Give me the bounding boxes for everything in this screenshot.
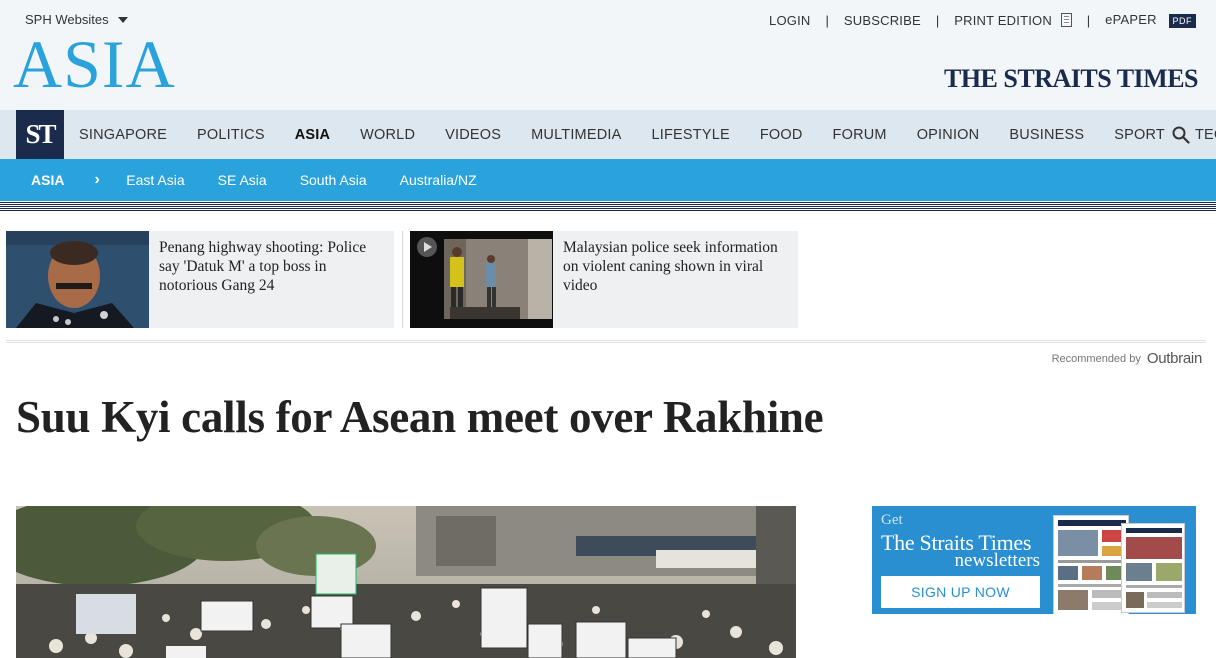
top-links: LOGIN | SUBSCRIBE | PRINT EDITION | ePAP… [769, 12, 1196, 28]
caret-down-icon [117, 16, 128, 23]
print-edition-label: PRINT EDITION [954, 12, 1052, 28]
nav-item-food[interactable]: FOOD [745, 127, 818, 143]
separator: | [935, 12, 940, 28]
st-logo[interactable]: ST [16, 110, 64, 159]
section-logo[interactable]: ASIA [13, 30, 176, 98]
top-header: SPH Websites ASIA LOGIN | SUBSCRIBE | PR… [0, 0, 1216, 110]
epaper-link[interactable]: ePAPER PDF [1105, 12, 1196, 28]
search-icon[interactable] [1172, 126, 1190, 144]
recommended-row: Penang highway shooting: Police say 'Dat… [6, 231, 798, 328]
pdf-badge: PDF [1168, 14, 1196, 28]
divider [402, 231, 403, 328]
recommended-card[interactable]: Malaysian police seek information on vio… [410, 231, 798, 328]
sph-websites-label: SPH Websites [25, 12, 109, 27]
newsletter-signup-ad[interactable]: Get The Straits Times newsletters SIGN U… [872, 506, 1196, 614]
nav-item-singapore[interactable]: SINGAPORE [64, 127, 182, 143]
ad-get-label: Get [881, 512, 903, 528]
separator: | [825, 12, 829, 28]
nav-item-asia[interactable]: ASIA [280, 127, 345, 143]
newspaper-preview-image [1121, 523, 1185, 613]
nav-item-videos[interactable]: VIDEOS [430, 127, 516, 143]
straits-times-masthead[interactable]: THE STRAITS TIMES [944, 64, 1199, 94]
print-edition-link[interactable]: PRINT EDITION [954, 12, 1072, 28]
outbrain-credit[interactable]: Recommended by Outbrain [1051, 350, 1203, 367]
divider [6, 340, 1206, 343]
subnav-item-se-asia[interactable]: SE Asia [201, 172, 283, 188]
nav-item-lifestyle[interactable]: LIFESTYLE [636, 127, 744, 143]
police-officer-photo [6, 231, 149, 328]
sign-up-button[interactable]: SIGN UP NOW [881, 576, 1040, 608]
article-main-photo[interactable] [16, 506, 796, 658]
article-headline: Suu Kyi calls for Asean meet over Rakhin… [16, 392, 824, 442]
nav-item-opinion[interactable]: OPINION [902, 127, 995, 143]
recommended-thumbnail [410, 231, 553, 328]
protest-crowd-photo [16, 506, 796, 658]
outbrain-logo: Outbrain [1146, 350, 1202, 367]
login-link[interactable]: LOGIN [769, 13, 810, 28]
nav-item-business[interactable]: BUSINESS [994, 127, 1099, 143]
recommended-thumbnail [6, 231, 149, 328]
ad-product-label: newsletters [954, 550, 1040, 571]
decorative-stripes [0, 201, 1216, 211]
subscribe-link[interactable]: SUBSCRIBE [844, 13, 921, 28]
chevron-right-icon: › [94, 171, 100, 188]
recommended-card[interactable]: Penang highway shooting: Police say 'Dat… [6, 231, 394, 328]
subnav-item-south-asia[interactable]: South Asia [283, 172, 383, 188]
document-icon [1060, 12, 1072, 27]
sub-nav: ASIA › East Asia SE Asia South Asia Aust… [0, 159, 1216, 201]
epaper-label: ePAPER [1105, 12, 1157, 27]
nav-item-world[interactable]: WORLD [345, 127, 430, 143]
recommended-title: Penang highway shooting: Police say 'Dat… [159, 239, 367, 294]
subnav-current-section[interactable]: ASIA [31, 172, 64, 188]
nav-item-politics[interactable]: POLITICS [182, 127, 280, 143]
nav-item-forum[interactable]: FORUM [818, 127, 902, 143]
newspaper-preview-image [1053, 515, 1129, 614]
viral-video-still [410, 231, 553, 328]
nav-items: SINGAPORE POLITICS ASIA WORLD VIDEOS MUL… [64, 110, 1216, 159]
main-nav: ST SINGAPORE POLITICS ASIA WORLD VIDEOS … [0, 110, 1216, 159]
separator: | [1086, 12, 1091, 28]
nav-item-multimedia[interactable]: MULTIMEDIA [516, 127, 636, 143]
recommended-by-label: Recommended by [1051, 352, 1141, 365]
subnav-item-east-asia[interactable]: East Asia [110, 172, 201, 188]
nav-item-sport[interactable]: SPORT [1099, 127, 1180, 143]
sph-websites-dropdown[interactable]: SPH Websites [25, 12, 128, 27]
recommended-title: Malaysian police seek information on vio… [563, 239, 778, 294]
subnav-item-australia-nz[interactable]: Australia/NZ [383, 172, 493, 188]
